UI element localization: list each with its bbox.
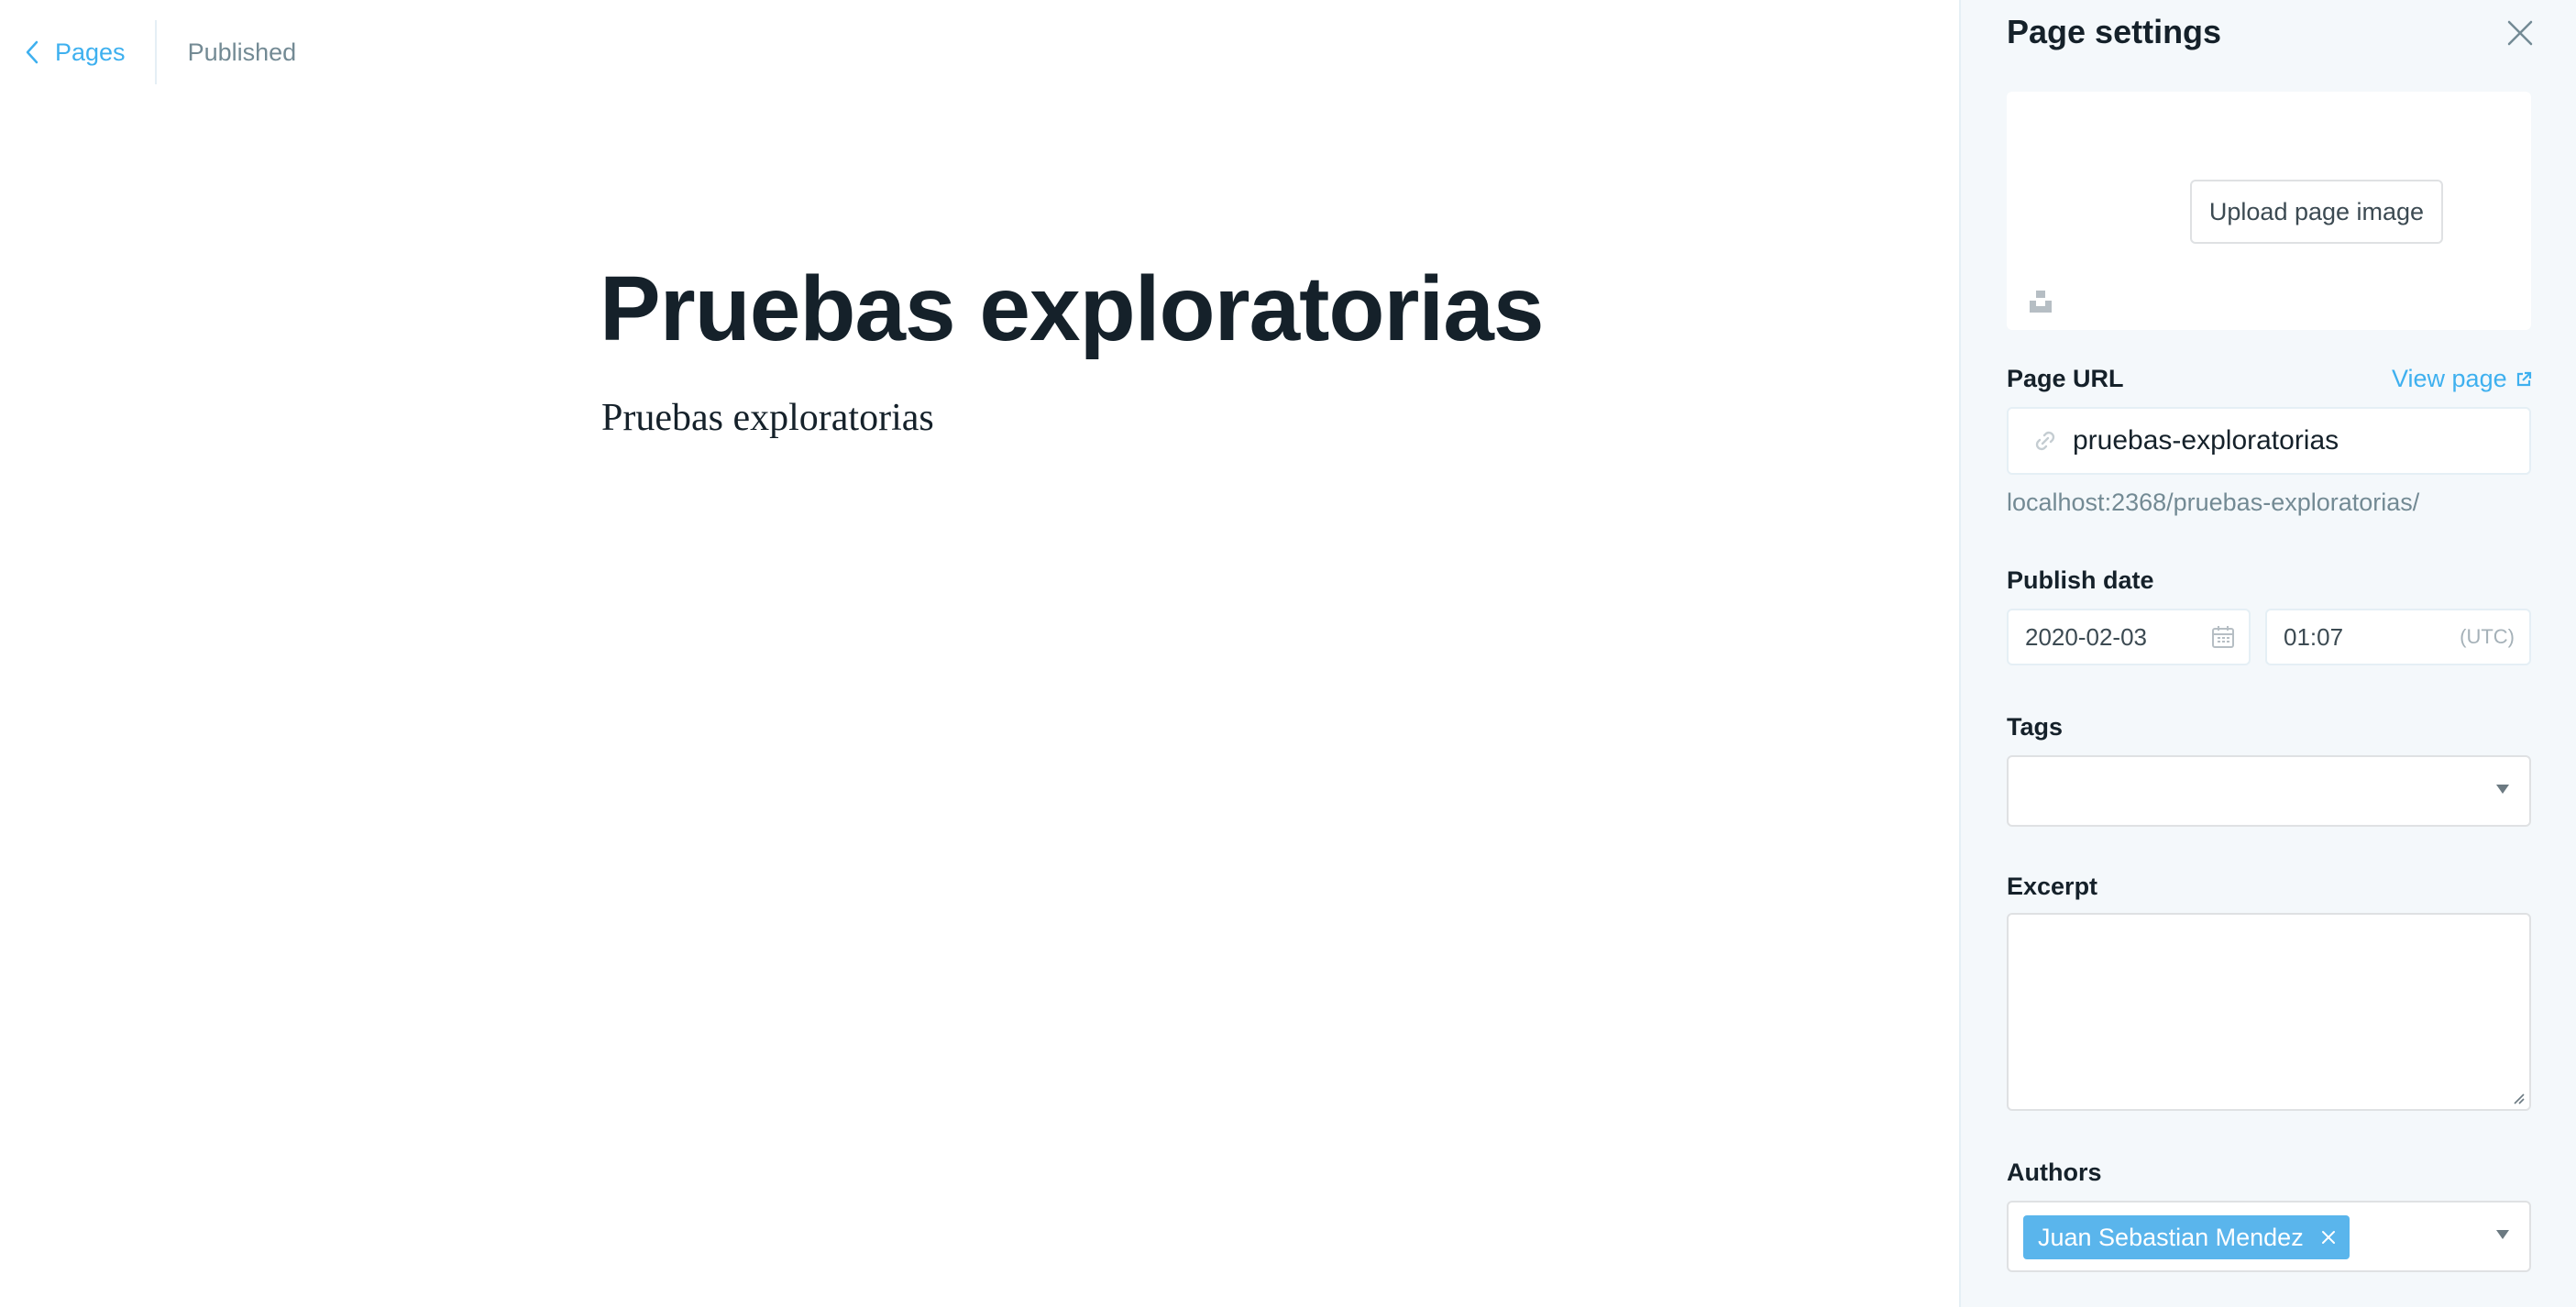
editor-topbar: Pages Published (0, 0, 1959, 104)
publish-time-input[interactable]: 01:07 (UTC) (2265, 609, 2531, 665)
topbar-divider (154, 20, 157, 84)
authors-select[interactable]: Juan Sebastian Mendez (2007, 1201, 2531, 1272)
upload-page-image-button[interactable]: Upload page image (2190, 180, 2443, 244)
author-chip: Juan Sebastian Mendez (2023, 1215, 2350, 1259)
tags-select[interactable] (2007, 755, 2531, 827)
caret-down-icon (2496, 785, 2509, 794)
excerpt-label: Excerpt (2007, 873, 2098, 900)
close-icon[interactable] (2502, 15, 2538, 51)
page-title-input[interactable]: Pruebas exploratorias (600, 257, 1544, 362)
publish-date-value: 2020-02-03 (2025, 622, 2147, 651)
publish-date-label: Publish date (2007, 566, 2154, 594)
authors-label: Authors (2007, 1159, 2102, 1186)
publish-time-value: 01:07 (2284, 622, 2344, 651)
page-settings-panel: Page settings Upload page image Page URL… (1959, 0, 2576, 1307)
page-url-value: pruebas-exploratorias (2073, 425, 2339, 456)
external-link-icon (2516, 371, 2531, 386)
chevron-left-icon (26, 40, 39, 64)
page-url-preview: localhost:2368/pruebas-exploratorias/ (2007, 489, 2420, 516)
editor-area: Pages Published Pruebas exploratorias Pr… (0, 0, 1959, 1307)
panel-title: Page settings (2007, 13, 2222, 50)
link-icon (2035, 431, 2055, 451)
resize-grip-icon[interactable] (2511, 1091, 2526, 1105)
publish-date-input[interactable]: 2020-02-03 (2007, 609, 2251, 665)
page-body-editor[interactable]: Pruebas exploratorias (601, 396, 934, 440)
author-name: Juan Sebastian Mendez (2038, 1223, 2304, 1251)
page-image-uploader: Upload page image (2007, 92, 2531, 330)
publish-status: Published (187, 38, 297, 66)
back-to-pages-link[interactable]: Pages (24, 20, 155, 84)
view-page-link[interactable]: View page (2392, 365, 2533, 393)
excerpt-textarea[interactable] (2007, 913, 2531, 1111)
page-url-field[interactable]: pruebas-exploratorias (2007, 407, 2531, 475)
remove-author-icon[interactable] (2320, 1229, 2337, 1246)
back-link-label: Pages (55, 38, 126, 66)
page-url-label: Page URL (2007, 365, 2124, 392)
calendar-icon[interactable] (2210, 624, 2236, 650)
unsplash-icon[interactable] (2027, 288, 2054, 315)
caret-down-icon (2496, 1230, 2509, 1239)
tags-label: Tags (2007, 713, 2064, 741)
timezone-label: (UTC) (2460, 625, 2515, 648)
view-page-label: View page (2392, 365, 2507, 392)
